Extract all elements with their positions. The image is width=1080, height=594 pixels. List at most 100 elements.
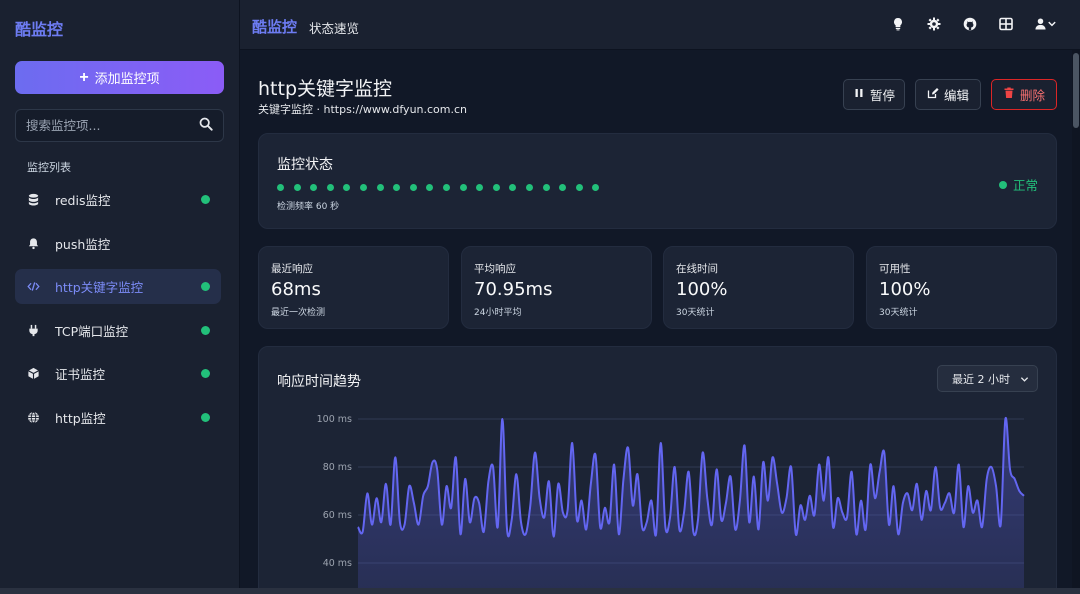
sidebar-item-label: push监控 (55, 237, 111, 252)
status-card: 监控状态 检测频率 60 秒 正常 (258, 133, 1057, 229)
time-range-value: 最近 2 小时 (952, 372, 1010, 386)
search-icon[interactable] (199, 117, 213, 135)
page-subtitle: 关键字监控 · https://www.dfyun.com.cn (258, 103, 468, 116)
scrollbar-thumb[interactable] (1073, 53, 1079, 128)
check-frequency: 检测频率 60 秒 (277, 202, 340, 212)
sidebar-item-redis[interactable]: redis监控 (15, 182, 221, 217)
status-badge: 正常 (998, 175, 1038, 194)
topbar-subtitle[interactable]: 状态速览 (309, 18, 359, 37)
status-card-title: 监控状态 (277, 157, 333, 173)
heartbeat-dot[interactable] (359, 184, 367, 191)
bell-icon (26, 237, 40, 251)
heartbeat-dot[interactable] (343, 184, 351, 191)
status-dot (201, 369, 210, 378)
grid-icon[interactable] (998, 16, 1014, 32)
github-icon[interactable] (962, 16, 978, 32)
add-monitor-label: 添加监控项 (94, 71, 160, 86)
heartbeat-dot[interactable] (476, 184, 484, 191)
heartbeat-dot[interactable] (492, 184, 500, 191)
sidebar: 酷监控 + 添加监控项 监控列表 redis监控 push监控 http关键字监… (0, 0, 240, 594)
heartbeat-dot[interactable] (509, 184, 517, 191)
horizontal-scrollbar[interactable] (0, 588, 1080, 594)
status-text: 正常 (1012, 178, 1038, 193)
sidebar-item-label: TCP端口监控 (55, 324, 129, 339)
stat-note: 30天统计 (676, 308, 715, 318)
heartbeat-dot[interactable] (542, 184, 550, 191)
sidebar-item-http-keyword[interactable]: http关键字监控 (15, 269, 221, 304)
topbar-brand[interactable]: 酷监控 (252, 16, 297, 37)
status-dot (201, 413, 210, 422)
y-tick-label: 100 ms (317, 414, 352, 425)
stat-value: 100% (676, 279, 728, 300)
status-dot (201, 326, 210, 335)
user-menu[interactable] (1034, 16, 1058, 32)
database-icon (26, 193, 40, 207)
pause-button[interactable]: 暂停 (843, 79, 905, 110)
y-tick-label: 60 ms (323, 510, 352, 521)
heartbeat-dot[interactable] (293, 184, 301, 191)
search-box (15, 109, 224, 142)
code-icon (26, 280, 40, 294)
heartbeat-dot[interactable] (376, 184, 384, 191)
pause-label: 暂停 (869, 89, 895, 103)
sidebar-item-label: 证书监控 (55, 367, 106, 382)
vertical-scrollbar[interactable] (1072, 50, 1080, 594)
heartbeat-dot[interactable] (459, 184, 467, 191)
stat-card-uptime: 在线时间 100% 30天统计 (663, 246, 854, 329)
stat-label: 最近响应 (271, 263, 313, 275)
pause-icon (853, 87, 865, 102)
heartbeat-dot[interactable] (426, 184, 434, 191)
heartbeat-dot[interactable] (310, 184, 318, 191)
y-tick-label: 40 ms (323, 558, 352, 569)
gear-icon[interactable] (926, 16, 942, 32)
heartbeat-dot[interactable] (277, 184, 284, 191)
topbar: 酷监控 状态速览 (240, 0, 1080, 50)
lightbulb-icon[interactable] (890, 16, 906, 32)
add-monitor-button[interactable]: + 添加监控项 (15, 61, 224, 94)
heartbeat-dot[interactable] (559, 184, 567, 191)
stat-value: 100% (879, 279, 931, 300)
status-dot (201, 282, 210, 291)
sidebar-item-push[interactable]: push监控 (15, 226, 221, 261)
delete-label: 删除 (1019, 89, 1045, 103)
page-title: http关键字监控 (258, 78, 393, 100)
sidebar-item-tcp-port[interactable]: TCP端口监控 (15, 313, 221, 348)
chevron-down-icon (1020, 377, 1029, 382)
y-tick-label: 80 ms (323, 462, 352, 473)
sidebar-item-label: redis监控 (55, 193, 111, 208)
trash-icon (1003, 87, 1015, 102)
stat-card-average: 平均响应 70.95ms 24小时平均 (461, 246, 652, 329)
heartbeat-dot[interactable] (575, 184, 583, 191)
heartbeat-dot[interactable] (393, 184, 401, 191)
heartbeat-dot[interactable] (409, 184, 417, 191)
edit-label: 编辑 (943, 89, 969, 103)
plug-icon (26, 324, 40, 338)
monitor-list-title: 监控列表 (27, 161, 71, 174)
stat-note: 30天统计 (879, 308, 918, 318)
status-dot (201, 195, 210, 204)
stat-note: 最近一次检测 (271, 308, 326, 318)
sidebar-brand[interactable]: 酷监控 (15, 16, 63, 40)
edit-icon (927, 87, 939, 102)
heartbeat-dot[interactable] (525, 184, 533, 191)
sidebar-item-http[interactable]: http监控 (15, 400, 221, 435)
heartbeat-dot[interactable] (326, 184, 334, 191)
heartbeat-bar (277, 184, 600, 191)
edit-button[interactable]: 编辑 (915, 79, 981, 110)
sidebar-item-certificate[interactable]: 证书监控 (15, 356, 221, 391)
search-input[interactable] (26, 118, 199, 133)
cube-icon (26, 367, 40, 381)
stat-card-latest: 最近响应 68ms 最近一次检测 (258, 246, 449, 329)
stat-label: 平均响应 (474, 263, 516, 275)
response-trend-card: 100 ms 80 ms 60 ms 40 ms 响应时间趋势 最近 2 小时 (258, 346, 1057, 594)
heartbeat-dot[interactable] (592, 184, 600, 191)
stat-note: 24小时平均 (474, 308, 522, 318)
stat-card-availability: 可用性 100% 30天统计 (866, 246, 1057, 329)
sidebar-item-label: http关键字监控 (55, 280, 144, 295)
time-range-select[interactable]: 最近 2 小时 (937, 365, 1038, 392)
plus-icon: + (79, 68, 89, 86)
heartbeat-dot[interactable] (442, 184, 450, 191)
delete-button[interactable]: 删除 (991, 79, 1057, 110)
trend-title: 响应时间趋势 (277, 374, 361, 390)
status-dot (998, 180, 1007, 189)
